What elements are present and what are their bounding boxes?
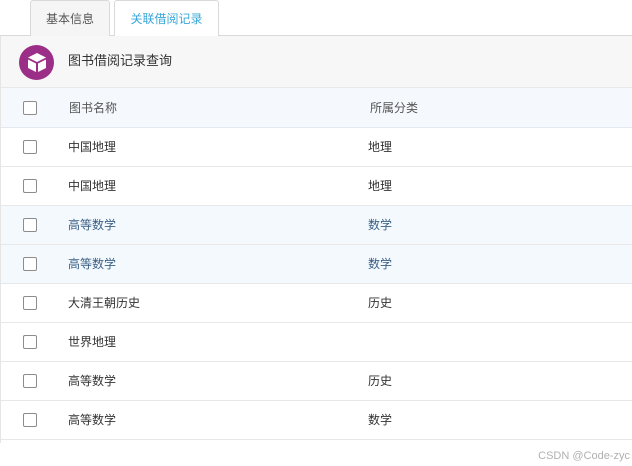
category-cell: 地理 — [368, 179, 393, 193]
row-checkbox[interactable] — [23, 218, 37, 232]
book-name-cell: 高等数学 — [68, 374, 117, 388]
column-header-book-name[interactable]: 图书名称 — [69, 88, 117, 128]
category-cell: 历史 — [368, 296, 393, 310]
tab-basic-info[interactable]: 基本信息 — [30, 0, 110, 36]
book-name-cell: 高等数学 — [68, 257, 117, 271]
table-row[interactable]: 中国地理 地理 — [1, 128, 632, 167]
row-checkbox[interactable] — [23, 296, 37, 310]
row-checkbox[interactable] — [23, 140, 37, 154]
row-checkbox[interactable] — [23, 413, 37, 427]
table-row[interactable]: 世界地理 — [1, 323, 632, 362]
tab-borrow-records[interactable]: 关联借阅记录 — [114, 0, 219, 37]
row-checkbox[interactable] — [23, 335, 37, 349]
book-name-cell: 大清王朝历史 — [68, 296, 141, 310]
book-name-cell: 高等数学 — [68, 413, 117, 427]
category-cell: 历史 — [368, 374, 393, 388]
category-cell: 地理 — [368, 140, 393, 154]
panel-title: 图书借阅记录查询 — [68, 54, 173, 69]
table-row[interactable]: 高等数学 数学 — [1, 206, 632, 245]
table-row[interactable]: 高等数学 历史 — [1, 362, 632, 401]
row-checkbox[interactable] — [23, 374, 37, 388]
category-cell: 数学 — [368, 218, 393, 232]
borrow-records-panel: 图书借阅记录查询 图书名称 所属分类 中国地理 地理 中国地理 地理 高等数学 … — [0, 36, 632, 443]
table-header: 图书名称 所属分类 — [1, 88, 632, 128]
category-cell: 数学 — [368, 413, 393, 427]
book-name-cell: 中国地理 — [68, 179, 117, 193]
table-row[interactable]: 中国地理 地理 — [1, 167, 632, 206]
table-row[interactable]: 大清王朝历史 历史 — [1, 284, 632, 323]
book-name-cell: 高等数学 — [68, 218, 117, 232]
book-name-cell: 中国地理 — [68, 140, 117, 154]
table-row[interactable]: 高等数学 数学 — [1, 401, 632, 440]
row-checkbox[interactable] — [23, 257, 37, 271]
row-checkbox[interactable] — [23, 179, 37, 193]
column-header-category[interactable]: 所属分类 — [370, 88, 418, 128]
table-row[interactable]: 高等数学 数学 — [1, 245, 632, 284]
panel-header: 图书借阅记录查询 — [1, 36, 632, 88]
watermark: CSDN @Code-zyc — [538, 450, 630, 462]
book-name-cell: 世界地理 — [68, 335, 117, 349]
box-icon — [19, 45, 54, 80]
tab-bar: 基本信息 关联借阅记录 — [0, 0, 632, 37]
select-all-checkbox[interactable] — [23, 101, 37, 115]
category-cell: 数学 — [368, 257, 393, 271]
table-body: 中国地理 地理 中国地理 地理 高等数学 数学 高等数学 数学 大清王朝历史 历… — [1, 128, 632, 440]
